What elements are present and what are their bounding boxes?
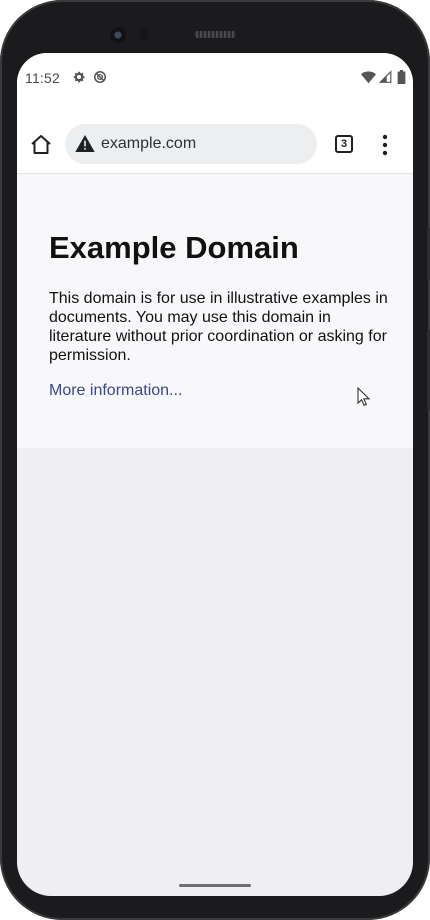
battery-icon — [397, 70, 406, 84]
gesture-navigation-bar[interactable] — [179, 884, 251, 887]
address-bar[interactable]: example.com — [65, 124, 317, 164]
signal-icon — [379, 70, 392, 83]
web-page-content: Example Domain This domain is for use in… — [17, 174, 413, 448]
page-description: This domain is for use in illustrative e… — [49, 290, 388, 364]
page-title: Example Domain — [49, 230, 299, 265]
home-icon[interactable] — [29, 133, 53, 157]
more-information-link[interactable]: More information... — [49, 382, 182, 400]
wifi-icon — [361, 71, 376, 84]
do-not-disturb-icon — [93, 70, 107, 84]
not-secure-warning-icon[interactable] — [75, 135, 95, 152]
front-camera — [110, 27, 126, 43]
gear-icon — [73, 71, 85, 83]
mouse-cursor-icon — [357, 387, 371, 407]
proximity-sensor — [140, 28, 148, 42]
screen: 11:52 example.com 3 Example Domain This … — [17, 53, 413, 896]
browser-toolbar: example.com 3 — [17, 103, 413, 174]
phone-frame: 11:52 example.com 3 Example Domain This … — [0, 0, 430, 920]
earpiece-speaker — [194, 31, 236, 38]
status-time: 11:52 — [25, 70, 60, 86]
tab-switcher-button[interactable]: 3 — [335, 135, 353, 153]
status-bar: 11:52 — [17, 53, 413, 103]
url-text[interactable]: example.com — [101, 135, 196, 153]
overflow-menu-icon[interactable] — [379, 134, 391, 156]
